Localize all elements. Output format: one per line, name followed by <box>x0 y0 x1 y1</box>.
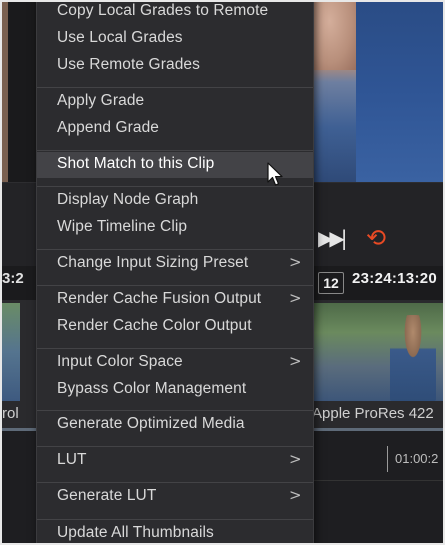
menu-item-use-local-grades[interactable]: Use Local Grades <box>37 26 313 52</box>
menu-separator <box>37 410 313 411</box>
menu-item-copy-local-grades-to-remote[interactable]: Copy Local Grades to Remote <box>37 0 313 25</box>
timecode-left: 3:2 <box>2 270 24 287</box>
menu-item-render-cache-color-output[interactable]: Render Cache Color Output <box>37 314 313 340</box>
menu-separator <box>37 482 313 483</box>
chevron-right-icon: > <box>289 450 302 468</box>
menu-item-label: Shot Match to this Clip <box>57 155 215 172</box>
menu-item-label: Generate LUT <box>57 487 157 504</box>
viewer-image-split-b <box>356 0 445 182</box>
menu-separator <box>37 87 313 88</box>
menu-separator <box>37 348 313 349</box>
chevron-right-icon: > <box>289 253 302 271</box>
menu-separator <box>37 150 313 151</box>
menu-item-bypass-color-management[interactable]: Bypass Color Management <box>37 377 313 403</box>
menu-item-label: Wipe Timeline Clip <box>57 218 188 235</box>
timeline-time-label: 01:00:2 <box>395 451 439 466</box>
skip-to-end-icon[interactable]: ▶▶| <box>318 226 347 250</box>
menu-item-generate-optimized-media[interactable]: Generate Optimized Media <box>37 412 313 438</box>
menu-item-change-input-sizing-preset[interactable]: Change Input Sizing Preset > <box>37 251 313 277</box>
menu-item-label: Input Color Space <box>57 353 183 370</box>
menu-item-label: Change Input Sizing Preset <box>57 254 249 271</box>
menu-item-label: Bypass Color Management <box>57 380 247 397</box>
timeline-track-line <box>312 480 445 481</box>
timeline-marker <box>387 446 388 472</box>
menu-item-wipe-timeline-clip[interactable]: Wipe Timeline Clip <box>37 215 313 241</box>
clip-thumbnail-left[interactable] <box>0 303 20 401</box>
menu-item-label: Apply Grade <box>57 92 145 109</box>
menu-separator <box>37 249 313 250</box>
chevron-right-icon: > <box>289 486 302 504</box>
mouse-pointer-icon <box>267 162 283 186</box>
clip-codec-label-right: Apple ProRes 422 <box>312 405 434 422</box>
menu-item-label: Render Cache Color Output <box>57 317 252 334</box>
context-menu: Copy Local Grades to Remote Use Local Gra… <box>36 0 314 545</box>
menu-item-label: LUT <box>57 451 87 468</box>
menu-separator <box>37 446 313 447</box>
menu-item-label: Use Remote Grades <box>57 56 200 73</box>
menu-item-generate-lut[interactable]: Generate LUT > <box>37 484 313 510</box>
resolve-color-page: ▶▶| ⟲ 3:2 12 23:24:13:20 rol Apple ProRe… <box>0 0 445 545</box>
menu-item-lut[interactable]: LUT > <box>37 448 313 474</box>
menu-separator <box>37 285 313 286</box>
menu-item-render-cache-fusion-output[interactable]: Render Cache Fusion Output > <box>37 287 313 313</box>
menu-item-label: Render Cache Fusion Output <box>57 290 262 307</box>
clip-thumbnail-person <box>390 315 436 401</box>
menu-item-label: Generate Optimized Media <box>57 415 245 432</box>
menu-item-label: Use Local Grades <box>57 29 183 46</box>
menu-item-apply-grade[interactable]: Apply Grade <box>37 89 313 115</box>
frame-field[interactable]: 12 <box>318 272 344 294</box>
menu-item-append-grade[interactable]: Append Grade <box>37 116 313 142</box>
menu-item-label: Display Node Graph <box>57 191 199 208</box>
menu-item-label: Append Grade <box>57 119 160 136</box>
menu-item-display-node-graph[interactable]: Display Node Graph <box>37 188 313 214</box>
menu-item-use-remote-grades[interactable]: Use Remote Grades <box>37 53 313 79</box>
menu-item-update-all-thumbnails[interactable]: Update All Thumbnails <box>37 521 313 545</box>
loop-icon[interactable]: ⟲ <box>366 224 386 252</box>
menu-item-label: Copy Local Grades to Remote <box>57 2 269 19</box>
timecode-display: 23:24:13:20 <box>352 270 438 287</box>
clip-codec-label-left: rol <box>2 405 19 422</box>
menu-separator <box>37 519 313 520</box>
menu-item-input-color-space[interactable]: Input Color Space > <box>37 350 313 376</box>
chevron-right-icon: > <box>289 289 302 307</box>
menu-item-label: Update All Thumbnails <box>57 524 214 541</box>
chevron-right-icon: > <box>289 352 302 370</box>
viewer-image-left-edge <box>0 0 8 182</box>
viewer-image-face <box>312 0 356 70</box>
